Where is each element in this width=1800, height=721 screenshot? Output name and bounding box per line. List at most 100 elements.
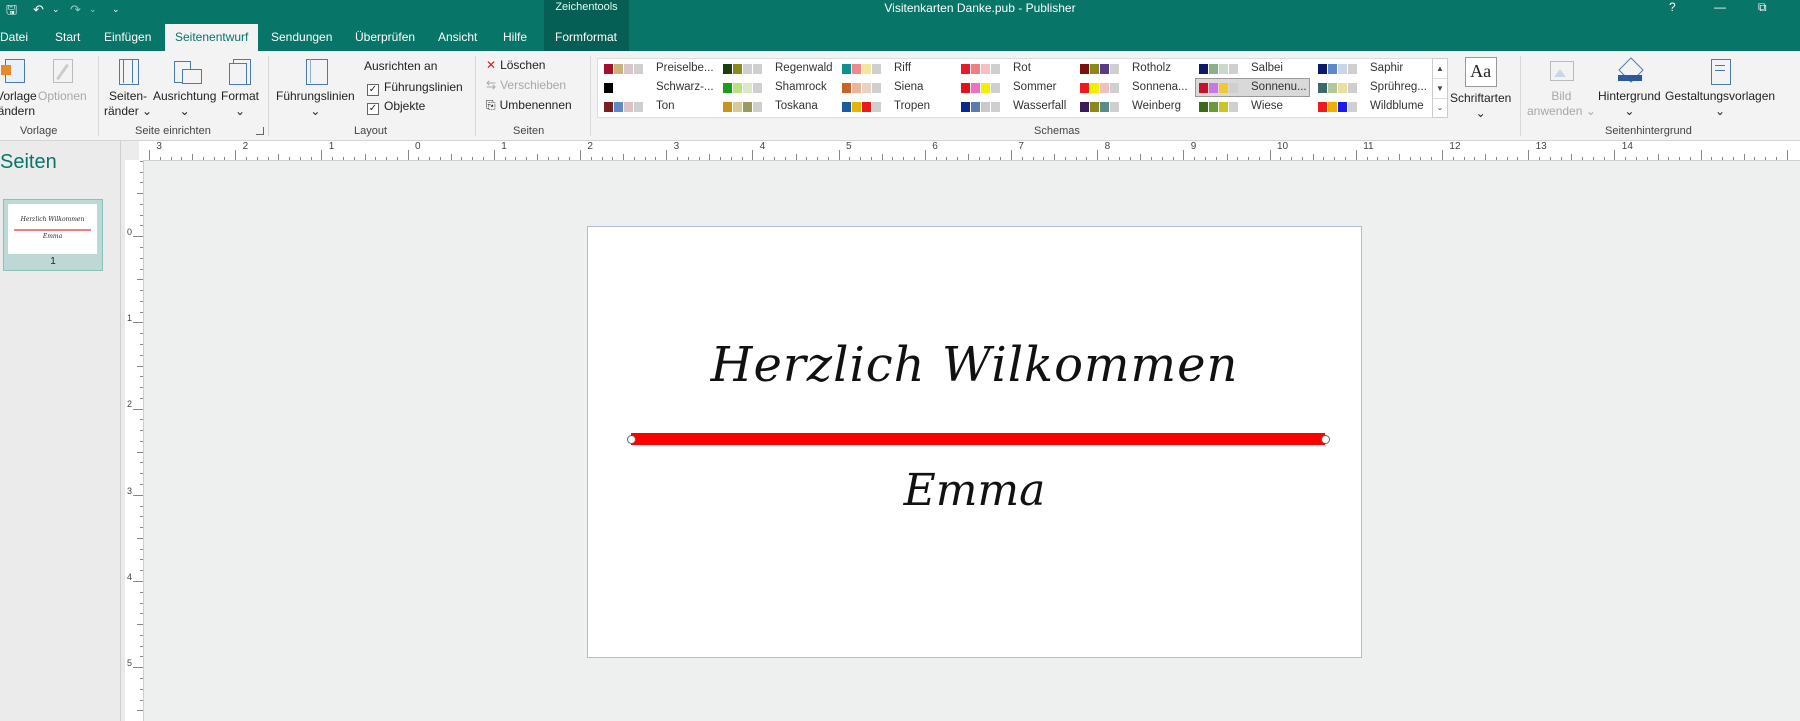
umbenennen-button[interactable]: ⎘ Umbenennen bbox=[486, 98, 572, 113]
color-swatch bbox=[1100, 102, 1109, 112]
color-scheme-label: Ton bbox=[656, 100, 675, 112]
gallery-up-icon[interactable]: ▲ bbox=[1433, 59, 1447, 79]
ruler-tick bbox=[838, 150, 840, 160]
color-scheme-item[interactable]: Wiese bbox=[1196, 98, 1309, 115]
color-scheme-item[interactable]: Sommer bbox=[958, 79, 1071, 96]
color-swatch bbox=[1199, 83, 1208, 93]
color-swatch bbox=[614, 102, 623, 112]
color-swatch bbox=[991, 64, 1000, 74]
hintergrund-button[interactable]: Hintergrund ⌄ bbox=[1598, 57, 1661, 119]
optionen-button[interactable]: Optionen bbox=[38, 57, 87, 104]
color-scheme-item[interactable]: Regenwald bbox=[720, 60, 833, 77]
ruler-tick bbox=[1075, 157, 1077, 160]
tab-formformat[interactable]: Formformat bbox=[555, 30, 617, 50]
fuehrungslinien-checkbox[interactable]: ✓ Führungslinien bbox=[367, 80, 463, 96]
color-scheme-item[interactable]: Weinberg bbox=[1077, 98, 1190, 115]
page-thumbnail[interactable]: Herzlich Wilkommen Emma 1 bbox=[3, 199, 103, 271]
color-scheme-item[interactable]: Sonnena... bbox=[1077, 79, 1190, 96]
tab-einfuegen[interactable]: Einfügen bbox=[104, 30, 151, 50]
tab-hilfe[interactable]: Hilfe bbox=[503, 30, 527, 50]
tab-seitenentwurf[interactable]: Seitenentwurf bbox=[165, 24, 259, 51]
color-scheme-item[interactable]: Preiselbe... bbox=[601, 60, 714, 77]
color-scheme-item[interactable]: Sprühreg... bbox=[1315, 79, 1428, 96]
gallery-more-icon[interactable]: ⌄ bbox=[1433, 99, 1447, 117]
color-scheme-label: Riff bbox=[894, 62, 912, 74]
tab-datei[interactable]: Datei bbox=[0, 30, 28, 50]
customize-qat-icon[interactable]: ⌄ bbox=[112, 1, 120, 18]
line-end-handle[interactable] bbox=[1321, 435, 1330, 444]
color-scheme-item[interactable]: Riff bbox=[839, 60, 952, 77]
color-swatch bbox=[634, 83, 643, 93]
ruler-tick bbox=[1776, 157, 1778, 160]
color-swatch bbox=[1328, 102, 1337, 112]
ausrichtung-button[interactable]: Ausrichtung ⌄ bbox=[153, 57, 216, 119]
tab-sendungen[interactable]: Sendungen bbox=[271, 30, 332, 50]
objekte-checkbox[interactable]: ✓ Objekte bbox=[367, 99, 425, 115]
ruler-tick bbox=[1043, 157, 1045, 160]
vertical-ruler[interactable]: 0 1 2 3 4 5 bbox=[125, 160, 144, 721]
seitenraender-button[interactable]: Seiten- ränder ⌄ bbox=[104, 57, 152, 119]
ruler-label: 7 bbox=[1018, 141, 1024, 152]
template-icon bbox=[1, 57, 31, 85]
format-button[interactable]: Format ⌄ bbox=[221, 57, 259, 119]
bild-label-1: Bild bbox=[1551, 89, 1572, 103]
ruler-tick bbox=[133, 322, 143, 324]
line-start-handle[interactable] bbox=[627, 435, 636, 444]
color-swatch bbox=[1348, 64, 1357, 74]
color-scheme-item[interactable]: Shamrock bbox=[720, 79, 833, 96]
schriftarten-button[interactable]: Aa Schriftarten ⌄ bbox=[1450, 57, 1511, 121]
minimize-icon[interactable]: — bbox=[1714, 0, 1726, 14]
redo-dropdown-icon[interactable]: ⌄ bbox=[89, 1, 97, 18]
color-swatch bbox=[723, 64, 732, 74]
color-scheme-item[interactable]: Wasserfall bbox=[958, 98, 1071, 115]
ribbon: Vorlage ändern Optionen Vorlage Seiten- … bbox=[0, 51, 1800, 141]
verschieben-button[interactable]: ⇆ Verschieben bbox=[486, 78, 566, 93]
color-scheme-item[interactable]: Sonnenu... bbox=[1195, 78, 1310, 97]
color-swatch bbox=[753, 83, 762, 93]
color-scheme-item[interactable]: Rot bbox=[958, 60, 1071, 77]
color-scheme-item[interactable]: Wildblume bbox=[1315, 98, 1428, 115]
welcome-heading-text[interactable]: Herzlich Wilkommen bbox=[588, 337, 1361, 393]
gestaltungsvorlagen-button[interactable]: Gestaltungsvorlagen ⌄ bbox=[1665, 57, 1775, 119]
color-scheme-item[interactable]: Tropen bbox=[839, 98, 952, 115]
ruler-label: 6 bbox=[932, 141, 938, 152]
bild-anwenden-button[interactable]: Bild anwenden ⌄ bbox=[1527, 57, 1596, 119]
ruler-tick bbox=[140, 257, 143, 259]
horizontal-ruler[interactable]: 3 2 1 0 1 2 3 4 5 6 7 8 9 10 11 12 13 14 bbox=[139, 141, 1800, 161]
tab-start[interactable]: Start bbox=[55, 30, 80, 50]
ruler-tick bbox=[870, 157, 872, 160]
restore-icon[interactable]: ⧉ bbox=[1758, 0, 1767, 14]
color-swatch bbox=[743, 83, 752, 93]
fuehrungslinien-button[interactable]: Führungslinien ⌄ bbox=[276, 57, 355, 119]
document-page[interactable]: Herzlich Wilkommen Emma bbox=[587, 226, 1362, 658]
color-schemes-gallery[interactable]: Preiselbe... Schwarz-... Ton Regenwald Shamr… bbox=[597, 58, 1435, 118]
color-scheme-item[interactable]: Schwarz-... bbox=[601, 79, 714, 96]
group-vorlage-label: Vorlage bbox=[20, 125, 58, 137]
save-icon[interactable]: 🖫 bbox=[6, 1, 17, 18]
color-scheme-item[interactable]: Salbei bbox=[1196, 60, 1309, 77]
tab-ueberpruefen[interactable]: Überprüfen bbox=[355, 30, 415, 50]
ruler-tick bbox=[1668, 157, 1670, 160]
ruler-tick bbox=[1129, 157, 1131, 160]
tab-ansicht[interactable]: Ansicht bbox=[438, 30, 477, 50]
ruler-tick bbox=[418, 157, 420, 160]
red-line-shape[interactable] bbox=[631, 433, 1325, 445]
undo-dropdown-icon[interactable]: ⌄ bbox=[52, 1, 60, 18]
color-scheme-item[interactable]: Saphir bbox=[1315, 60, 1428, 77]
color-swatch bbox=[1080, 102, 1089, 112]
ruler-label: 8 bbox=[1104, 141, 1111, 152]
undo-icon[interactable]: ↶ bbox=[33, 1, 44, 18]
color-scheme-item[interactable]: Rotholz bbox=[1077, 60, 1190, 77]
color-scheme-item[interactable]: Siena bbox=[839, 79, 952, 96]
redo-icon[interactable]: ↷ bbox=[70, 1, 81, 18]
color-scheme-item[interactable]: Toskana bbox=[720, 98, 833, 115]
dialog-launcher-icon[interactable] bbox=[256, 127, 264, 135]
vorlage-aendern-button[interactable]: Vorlage ändern bbox=[0, 57, 37, 119]
help-icon[interactable]: ? bbox=[1669, 0, 1676, 14]
loeschen-button[interactable]: ✕ Löschen bbox=[486, 58, 545, 73]
gallery-scrollbar[interactable]: ▲ ▼ ⌄ bbox=[1432, 58, 1448, 118]
name-text[interactable]: Emma bbox=[588, 465, 1361, 516]
ruler-tick bbox=[1560, 157, 1562, 160]
color-scheme-item[interactable]: Ton bbox=[601, 98, 714, 115]
gallery-down-icon[interactable]: ▼ bbox=[1433, 79, 1447, 99]
